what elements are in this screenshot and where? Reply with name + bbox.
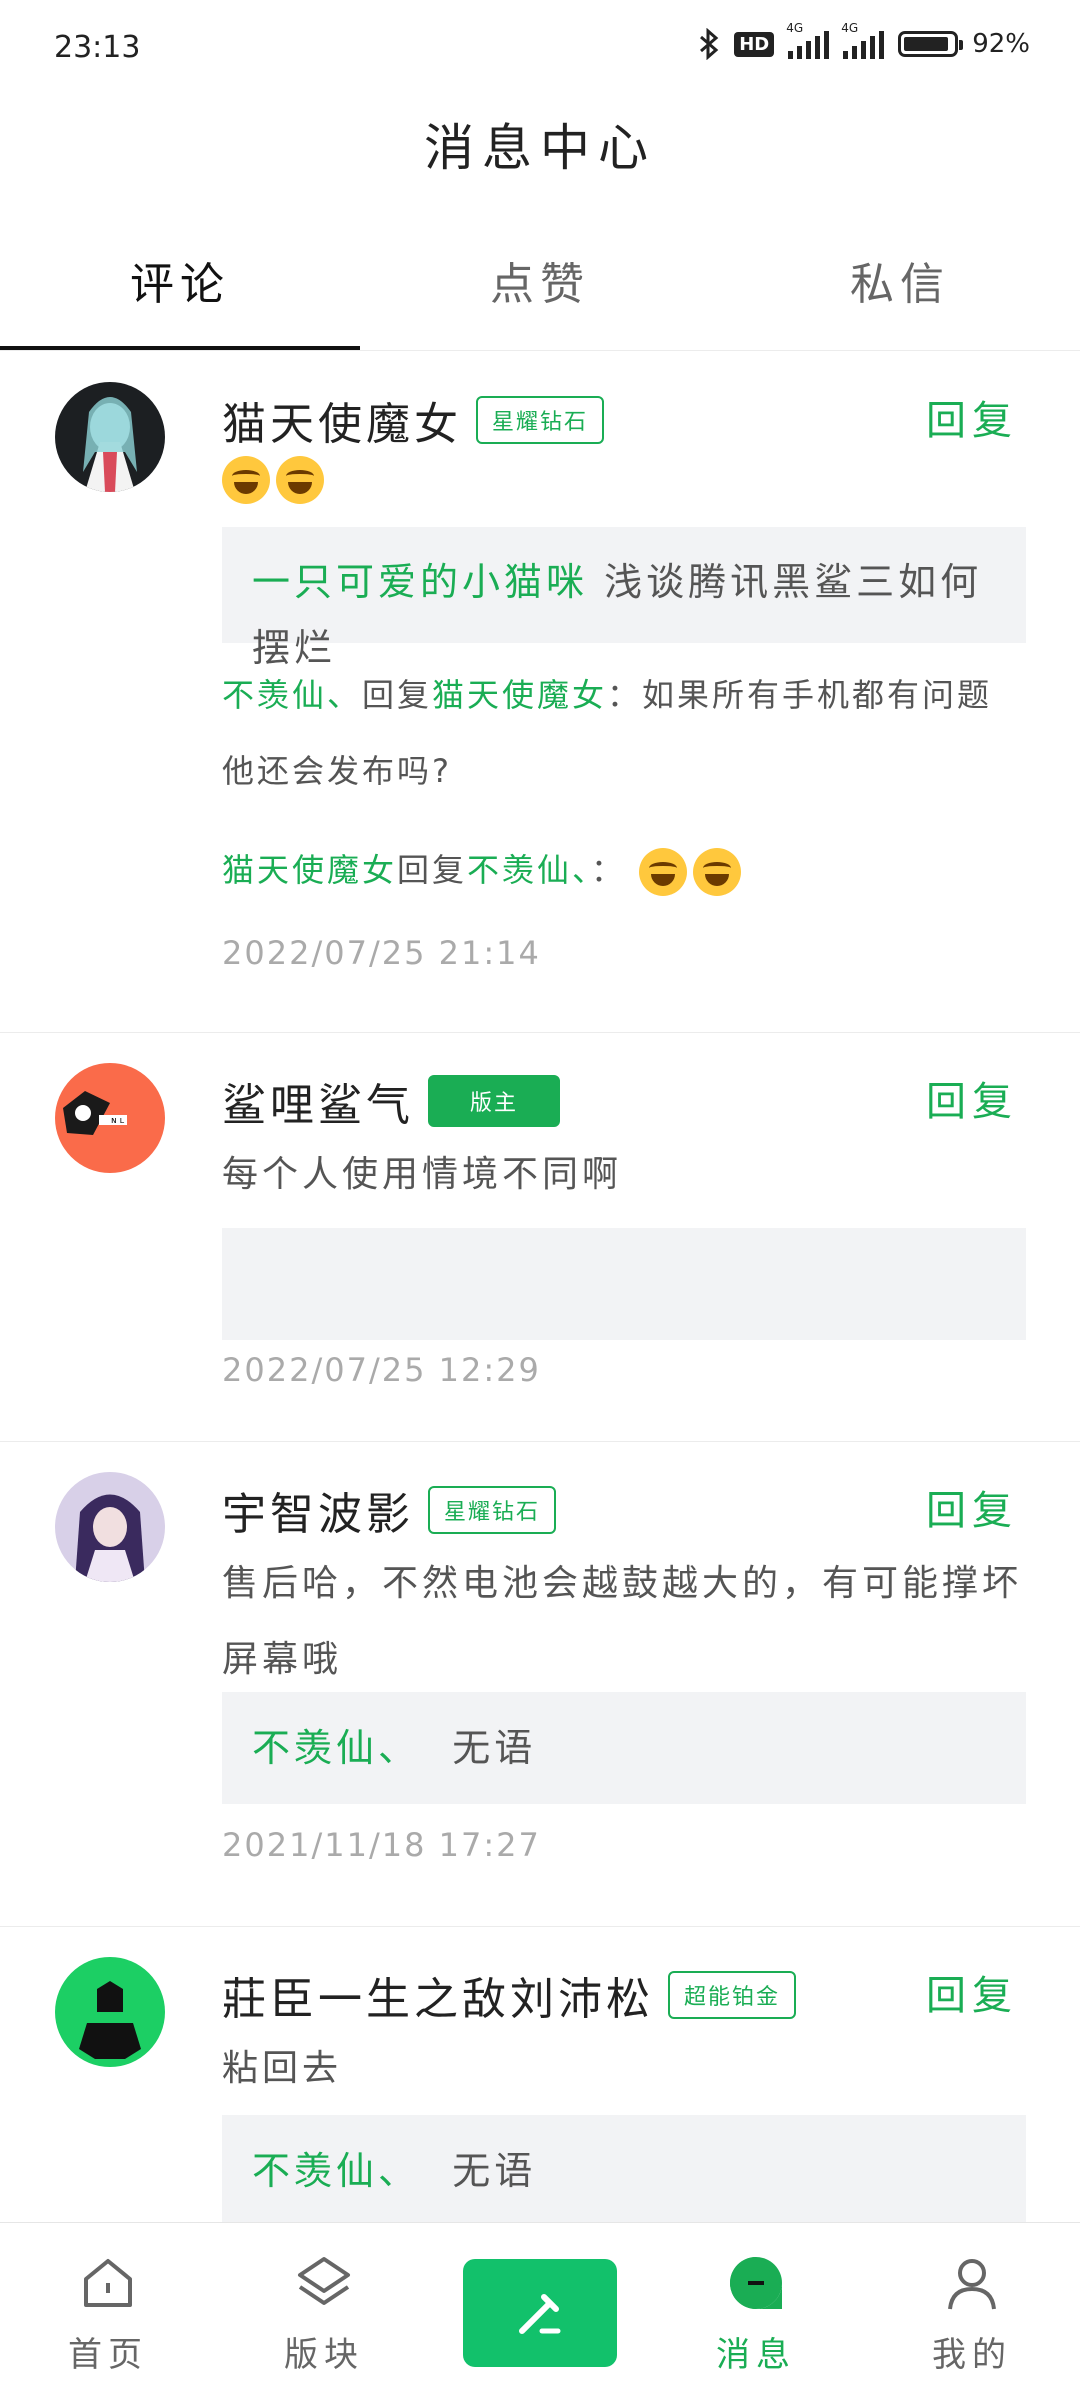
quoted-post[interactable]: 不羡仙、 无语 [222, 2115, 1026, 2227]
home-icon [84, 2259, 132, 2307]
battery-text: 92% [972, 29, 1030, 59]
layers-icon [298, 2257, 350, 2305]
message-icon [730, 2257, 782, 2309]
reply-button[interactable]: 回复 [926, 1478, 1018, 1536]
sub-reply-text: ： [591, 851, 627, 889]
name-row: 鲨哩鲨气 版主 [222, 1069, 561, 1133]
username[interactable]: 猫天使魔女 [222, 388, 462, 452]
sub-reply-target[interactable]: 不羡仙、 [467, 851, 591, 889]
username[interactable]: 宇智波影 [222, 1478, 414, 1542]
bottom-nav: 首页 版块 消息 我的 [0, 2222, 1080, 2401]
rank-badge: 星耀钻石 [428, 1486, 557, 1534]
nav-sections-label: 版块 [284, 2335, 364, 2375]
name-row: 宇智波影 星耀钻石 [222, 1478, 557, 1542]
signal-icon: 4G [786, 21, 830, 59]
reply-button[interactable]: 回复 [926, 388, 1018, 446]
tab-private-messages[interactable]: 私信 [720, 250, 1080, 350]
laughing-emoji-icon [639, 848, 688, 896]
tab-likes[interactable]: 点赞 [360, 250, 720, 350]
laughing-emoji-icon [693, 848, 742, 896]
bluetooth-icon [700, 28, 719, 60]
page-title: 消息中心 [424, 119, 656, 177]
avatar[interactable] [55, 1472, 165, 1582]
avatar[interactable] [55, 382, 165, 492]
sub-reply: 不羡仙、回复猫天使魔女：如果所有手机都有问题他还会发布吗? [222, 657, 1026, 809]
sub-reply: 猫天使魔女回复不羡仙、： [222, 846, 1026, 896]
quote-author[interactable]: 不羡仙、 [252, 2149, 420, 2193]
laughing-emoji-icon [276, 456, 324, 504]
comment-emoji [222, 456, 1026, 504]
rank-badge: 星耀钻石 [476, 396, 605, 444]
moderator-badge: 版主 [428, 1075, 561, 1127]
nav-home[interactable]: 首页 [0, 2223, 216, 2401]
sub-reply-mid: 回复 [362, 676, 433, 714]
name-row: 猫天使魔女 星耀钻石 [222, 388, 605, 452]
sub-reply-user[interactable]: 猫天使魔女 [222, 851, 397, 889]
avatar[interactable]: ɴ ʟ [55, 1063, 165, 1173]
comment-time: 2022/07/25 12:29 [222, 1351, 541, 1389]
sub-reply-target[interactable]: 猫天使魔女 [432, 676, 607, 714]
nav-sections[interactable]: 版块 [216, 2223, 432, 2401]
compose-icon [519, 2294, 561, 2334]
status-bar: 23:13 HD 4G 4G 92% [0, 0, 1080, 100]
battery-icon [898, 31, 964, 57]
quote-text: 无语 [452, 1726, 537, 1770]
reply-button[interactable]: 回复 [926, 1069, 1018, 1127]
sub-reply-user[interactable]: 不羡仙、 [222, 676, 362, 714]
quoted-post[interactable]: 一只可爱的小猫咪 浅谈腾讯黑鲨三如何摆烂 [222, 527, 1026, 670]
quote-text: 无语 [452, 2149, 537, 2193]
tab-comments[interactable]: 评论 [0, 250, 360, 350]
comment-card[interactable]: 宇智波影 星耀钻石 回复 售后哈，不然电池会越鼓越大的，有可能撑坏屏幕哦 不羡仙… [0, 1442, 1080, 1927]
rank-badge: 超能铂金 [668, 1971, 797, 2019]
compose-button-bg[interactable] [463, 2259, 617, 2367]
nav-messages[interactable]: 消息 [648, 2223, 864, 2401]
status-time: 23:13 [54, 30, 141, 65]
username[interactable]: 莊臣一生之敌刘沛松 [222, 1963, 654, 2027]
comment-time: 2021/11/18 17:27 [222, 1826, 541, 1864]
nav-messages-label: 消息 [716, 2335, 796, 2375]
quote-author[interactable]: 一只可爱的小猫咪 [252, 560, 588, 604]
profile-icon [948, 2259, 996, 2310]
comment-feed: 猫天使魔女 星耀钻石 回复 一只可爱的小猫咪 浅谈腾讯黑鲨三如何摆烂 不羡仙、回… [0, 352, 1080, 2327]
comment-text: 售后哈，不然电池会越鼓越大的，有可能撑坏屏幕哦 [222, 1563, 1023, 1680]
status-icons: HD 4G 4G 92% [698, 21, 1030, 60]
quoted-post[interactable] [222, 1228, 1026, 1340]
tab-bar: 评论 点赞 私信 [0, 250, 1080, 351]
name-row: 莊臣一生之敌刘沛松 超能铂金 [222, 1963, 797, 2027]
username[interactable]: 鲨哩鲨气 [222, 1069, 414, 1133]
compose-button[interactable] [432, 2223, 648, 2401]
comment-time: 2022/07/25 21:14 [222, 934, 541, 972]
signal-icon-2: 4G [841, 21, 885, 59]
quoted-post[interactable]: 不羡仙、 无语 [222, 1692, 1026, 1804]
comment-text: 每个人使用情境不同啊 [222, 1154, 623, 1195]
nav-profile[interactable]: 我的 [864, 2223, 1080, 2401]
avatar[interactable] [55, 1957, 165, 2067]
hd-badge: HD [734, 31, 775, 57]
quote-author[interactable]: 不羡仙、 [252, 1726, 420, 1770]
laughing-emoji-icon [222, 456, 270, 504]
comment-card[interactable]: 猫天使魔女 星耀钻石 回复 一只可爱的小猫咪 浅谈腾讯黑鲨三如何摆烂 不羡仙、回… [0, 352, 1080, 1033]
nav-home-label: 首页 [68, 2335, 148, 2375]
nav-profile-label: 我的 [932, 2335, 1012, 2375]
comment-text: 粘回去 [222, 2048, 343, 2089]
sub-reply-mid: 回复 [397, 851, 468, 889]
comment-card[interactable]: ɴ ʟ 鲨哩鲨气 版主 回复 每个人使用情境不同啊 2022/07/25 12:… [0, 1033, 1080, 1442]
svg-text:ɴ ʟ: ɴ ʟ [111, 1116, 125, 1126]
reply-button[interactable]: 回复 [926, 1963, 1018, 2021]
